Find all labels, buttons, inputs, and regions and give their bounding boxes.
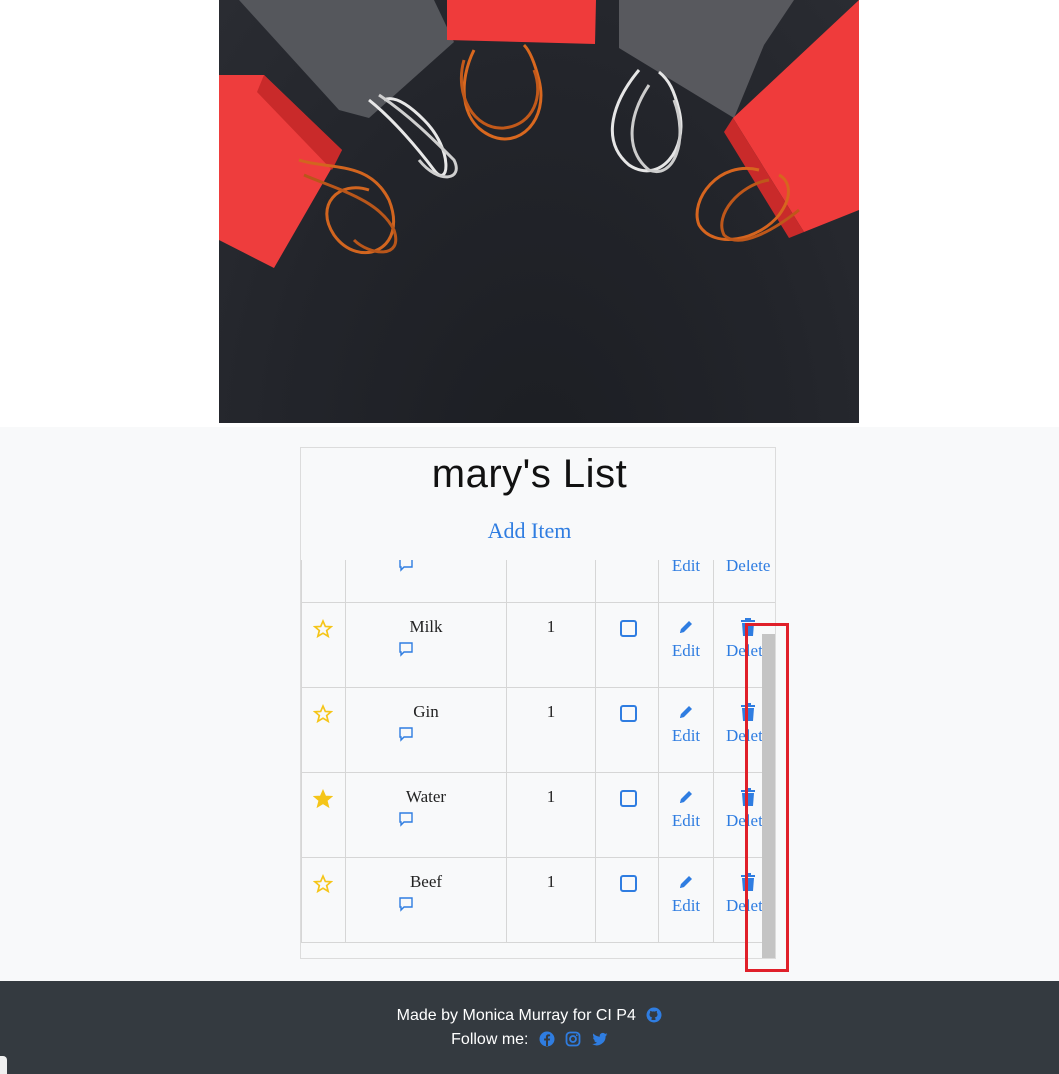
edit-button[interactable]: Edit	[659, 811, 713, 831]
footer: Made by Monica Murray for CI P4 Follow m…	[0, 981, 1059, 1074]
quantity-cell: 1	[506, 772, 596, 858]
edit-cell: Edit	[658, 560, 714, 603]
table-row: Gin 1 Edit Delete	[301, 687, 775, 773]
edit-button[interactable]: Edit	[659, 560, 713, 576]
footer-follow: Follow me:	[0, 1031, 1059, 1049]
done-checkbox[interactable]	[620, 620, 637, 637]
quantity-cell: 1	[506, 857, 596, 943]
page-title: mary's List	[431, 452, 628, 496]
done-cell	[595, 772, 659, 858]
name-cell	[345, 560, 507, 603]
scrollbar-highlight-box	[745, 623, 789, 972]
item-name: Water	[405, 787, 447, 806]
done-cell	[595, 602, 659, 688]
edit-cell: Edit	[658, 602, 714, 688]
favorite-cell	[301, 772, 346, 858]
star-outline-icon[interactable]	[313, 704, 333, 724]
star-outline-icon[interactable]	[313, 874, 333, 894]
corner-tab	[0, 1056, 7, 1074]
pencil-icon[interactable]	[677, 788, 695, 806]
quantity-cell	[506, 560, 596, 603]
edit-cell: Edit	[658, 772, 714, 858]
favorite-cell	[301, 602, 346, 688]
comment-icon[interactable]	[398, 726, 414, 742]
star-outline-icon[interactable]	[313, 619, 333, 639]
item-quantity: 1	[546, 872, 556, 891]
item-quantity: 1	[546, 702, 556, 721]
done-cell	[595, 687, 659, 773]
facebook-icon[interactable]	[539, 1031, 555, 1047]
delete-button[interactable]: Delete	[726, 560, 775, 576]
instagram-icon[interactable]	[565, 1031, 581, 1047]
github-icon[interactable]	[646, 1007, 662, 1023]
add-item-link[interactable]: Add Item	[0, 518, 1059, 544]
done-cell	[595, 560, 659, 603]
star-filled-icon[interactable]	[313, 789, 333, 809]
delete-cell: Delete	[713, 560, 775, 603]
table-row: Milk 1 Edit Delete	[301, 602, 775, 688]
comment-icon[interactable]	[398, 811, 414, 827]
items-table-scroll-area[interactable]: Edit Delete Milk 1 Edit Delete Gin 1 Edi…	[301, 560, 775, 944]
footer-credit-text: Made by Monica Murray for CI P4	[396, 1007, 636, 1024]
twitter-icon[interactable]	[591, 1031, 608, 1047]
done-checkbox[interactable]	[620, 790, 637, 807]
favorite-cell	[301, 687, 346, 773]
comment-icon[interactable]	[398, 560, 414, 572]
edit-button[interactable]: Edit	[659, 726, 713, 746]
favorite-cell	[301, 560, 346, 603]
done-cell	[595, 857, 659, 943]
name-cell: Gin	[345, 687, 507, 773]
item-quantity: 1	[546, 617, 556, 636]
footer-credit: Made by Monica Murray for CI P4	[0, 1007, 1059, 1025]
table-row: Water 1 Edit Delete	[301, 772, 775, 858]
pencil-icon[interactable]	[677, 873, 695, 891]
edit-button[interactable]: Edit	[659, 641, 713, 661]
done-checkbox[interactable]	[620, 705, 637, 722]
hero-image	[219, 0, 859, 423]
name-cell: Milk	[345, 602, 507, 688]
done-checkbox[interactable]	[620, 875, 637, 892]
item-name: Gin	[413, 702, 439, 721]
name-cell: Water	[345, 772, 507, 858]
pencil-icon[interactable]	[677, 618, 695, 636]
comment-icon[interactable]	[398, 641, 414, 657]
item-name: Milk	[409, 617, 443, 636]
table-row: Beef 1 Edit Delete	[301, 857, 775, 943]
edit-button[interactable]: Edit	[659, 896, 713, 916]
items-table: Edit Delete Milk 1 Edit Delete Gin 1 Edi…	[301, 560, 775, 943]
follow-label: Follow me:	[451, 1031, 529, 1048]
table-row: Edit Delete	[301, 560, 775, 603]
shopping-bags-illustration	[219, 0, 859, 268]
pencil-icon[interactable]	[677, 703, 695, 721]
favorite-cell	[301, 857, 346, 943]
edit-cell: Edit	[658, 857, 714, 943]
quantity-cell: 1	[506, 687, 596, 773]
item-quantity: 1	[546, 787, 556, 806]
comment-icon[interactable]	[398, 896, 414, 912]
name-cell: Beef	[345, 857, 507, 943]
item-name: Beef	[409, 872, 443, 891]
quantity-cell: 1	[506, 602, 596, 688]
edit-cell: Edit	[658, 687, 714, 773]
